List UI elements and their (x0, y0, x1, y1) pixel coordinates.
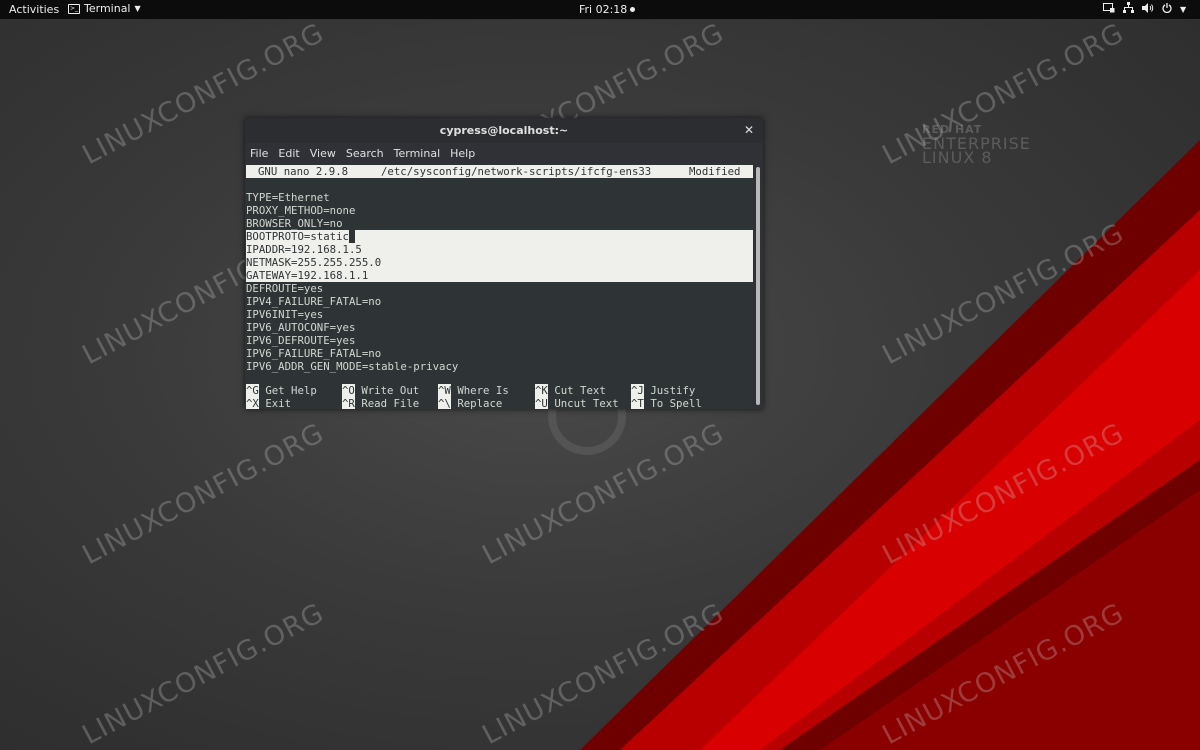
menu-terminal[interactable]: Terminal (389, 144, 446, 163)
file-line[interactable]: IPV6_ADDR_GEN_MODE=stable-privacy (246, 360, 753, 373)
shortcut-write-out: ^O Write Out (342, 384, 419, 397)
terminal-menubar: File Edit View Search Terminal Help (245, 144, 763, 163)
file-line-selected[interactable]: BOOTPROTO=static (246, 230, 753, 243)
menu-help[interactable]: Help (445, 144, 480, 163)
nano-file-path: /etc/sysconfig/network-scripts/ifcfg-ens… (381, 165, 652, 178)
file-line[interactable]: IPV6INIT=yes (246, 308, 753, 321)
file-line[interactable]: IPV6_FAILURE_FATAL=no (246, 347, 753, 360)
file-line[interactable]: DEFROUTE=yes (246, 282, 753, 295)
terminal-screen[interactable]: GNU nano 2.9.8 /etc/sysconfig/network-sc… (245, 163, 753, 409)
shortcut-label: Replace (457, 397, 503, 409)
file-line[interactable]: BROWSER_ONLY=no (246, 217, 753, 230)
shortcut-label: Read File (361, 397, 420, 409)
clock-label: Fri 02:18 (579, 3, 628, 16)
shortcut-label: Exit (265, 397, 292, 409)
shortcut-get-help: ^G Get Help (246, 384, 317, 397)
nano-version: GNU nano 2.9.8 (258, 165, 349, 178)
system-tray[interactable]: ▼ (1103, 2, 1186, 16)
app-menu-label: Terminal (84, 2, 131, 15)
clock-button[interactable]: Fri 02:18 (579, 3, 636, 16)
shortcut-label: Where Is (457, 384, 509, 397)
shortcut-key: ^J (631, 384, 644, 397)
shortcut-justify: ^J Justify (631, 384, 695, 397)
app-menu-button[interactable]: >_ Terminal ▼ (68, 2, 141, 15)
shortcut-exit: ^X Exit (246, 397, 291, 409)
shortcut-key: ^R (342, 397, 355, 409)
shortcut-key: ^W (438, 384, 451, 397)
shortcut-uncut-text: ^U Uncut Text (535, 397, 619, 409)
shortcut-read-file: ^R Read File (342, 397, 419, 409)
shortcut-label: Get Help (265, 384, 317, 397)
menu-edit[interactable]: Edit (273, 144, 304, 163)
file-line-selected[interactable]: GATEWAY=192.168.1.1 (246, 269, 753, 282)
close-icon[interactable]: ✕ (744, 123, 754, 137)
shortcut-key: ^T (631, 397, 644, 409)
file-line-selected[interactable]: IPADDR=192.168.1.5 (246, 243, 753, 256)
file-line[interactable]: IPV6_AUTOCONF=yes (246, 321, 753, 334)
menu-view[interactable]: View (305, 144, 341, 163)
file-line-selected[interactable]: NETMASK=255.255.255.0 (246, 256, 753, 269)
shortcut-key: ^O (342, 384, 355, 397)
shortcut-key: ^U (535, 397, 548, 409)
shortcut-key: ^G (246, 384, 259, 397)
power-icon[interactable] (1162, 2, 1172, 16)
activities-button[interactable]: Activities (9, 3, 59, 16)
notification-dot-icon (630, 7, 636, 12)
shortcut-label: Cut Text (554, 384, 606, 397)
file-line[interactable]: PROXY_METHOD=none (246, 204, 753, 217)
menu-search[interactable]: Search (341, 144, 389, 163)
logo-line-3: LINUX 8 (922, 148, 993, 167)
shortcut-key: ^K (535, 384, 548, 397)
file-line[interactable]: TYPE=Ethernet (246, 191, 753, 204)
shortcut-label: Write Out (361, 384, 420, 397)
terminal-icon: >_ (68, 3, 80, 14)
shortcut-replace: ^\ Replace (438, 397, 502, 409)
terminal-title: cypress@localhost:~ (439, 124, 569, 137)
file-line[interactable]: IPV6_DEFROUTE=yes (246, 334, 753, 347)
text-cursor (348, 230, 355, 243)
terminal-scrollbar[interactable] (753, 163, 763, 409)
shortcut-to-spell: ^T To Spell (631, 397, 702, 409)
scrollbar-thumb[interactable] (756, 167, 760, 405)
shortcut-label: To Spell (650, 397, 702, 409)
chevron-down-icon[interactable]: ▼ (1180, 5, 1186, 14)
file-line-text: BOOTPROTO=static (246, 230, 349, 243)
terminal-window[interactable]: cypress@localhost:~ ✕ File Edit View Sea… (245, 118, 763, 409)
nano-status: Modified (689, 165, 741, 178)
screen-share-icon[interactable] (1103, 2, 1115, 16)
file-line[interactable]: IPV4_FAILURE_FATAL=no (246, 295, 753, 308)
shortcut-label: Justify (650, 384, 696, 397)
nano-titlebar: GNU nano 2.9.8 /etc/sysconfig/network-sc… (246, 165, 753, 178)
volume-icon[interactable] (1142, 2, 1154, 16)
terminal-titlebar[interactable]: cypress@localhost:~ ✕ (245, 118, 763, 143)
top-bar: Activities >_ Terminal ▼ Fri 02:18 ▼ (0, 0, 1200, 19)
shortcut-key: ^X (246, 397, 259, 409)
shortcut-label: Uncut Text (554, 397, 619, 409)
shortcut-where-is: ^W Where Is (438, 384, 509, 397)
menu-file[interactable]: File (245, 144, 273, 163)
chevron-down-icon: ▼ (134, 4, 141, 13)
shortcut-cut-text: ^K Cut Text (535, 384, 606, 397)
network-wired-icon[interactable] (1123, 2, 1134, 16)
shortcut-key: ^\ (438, 397, 451, 409)
